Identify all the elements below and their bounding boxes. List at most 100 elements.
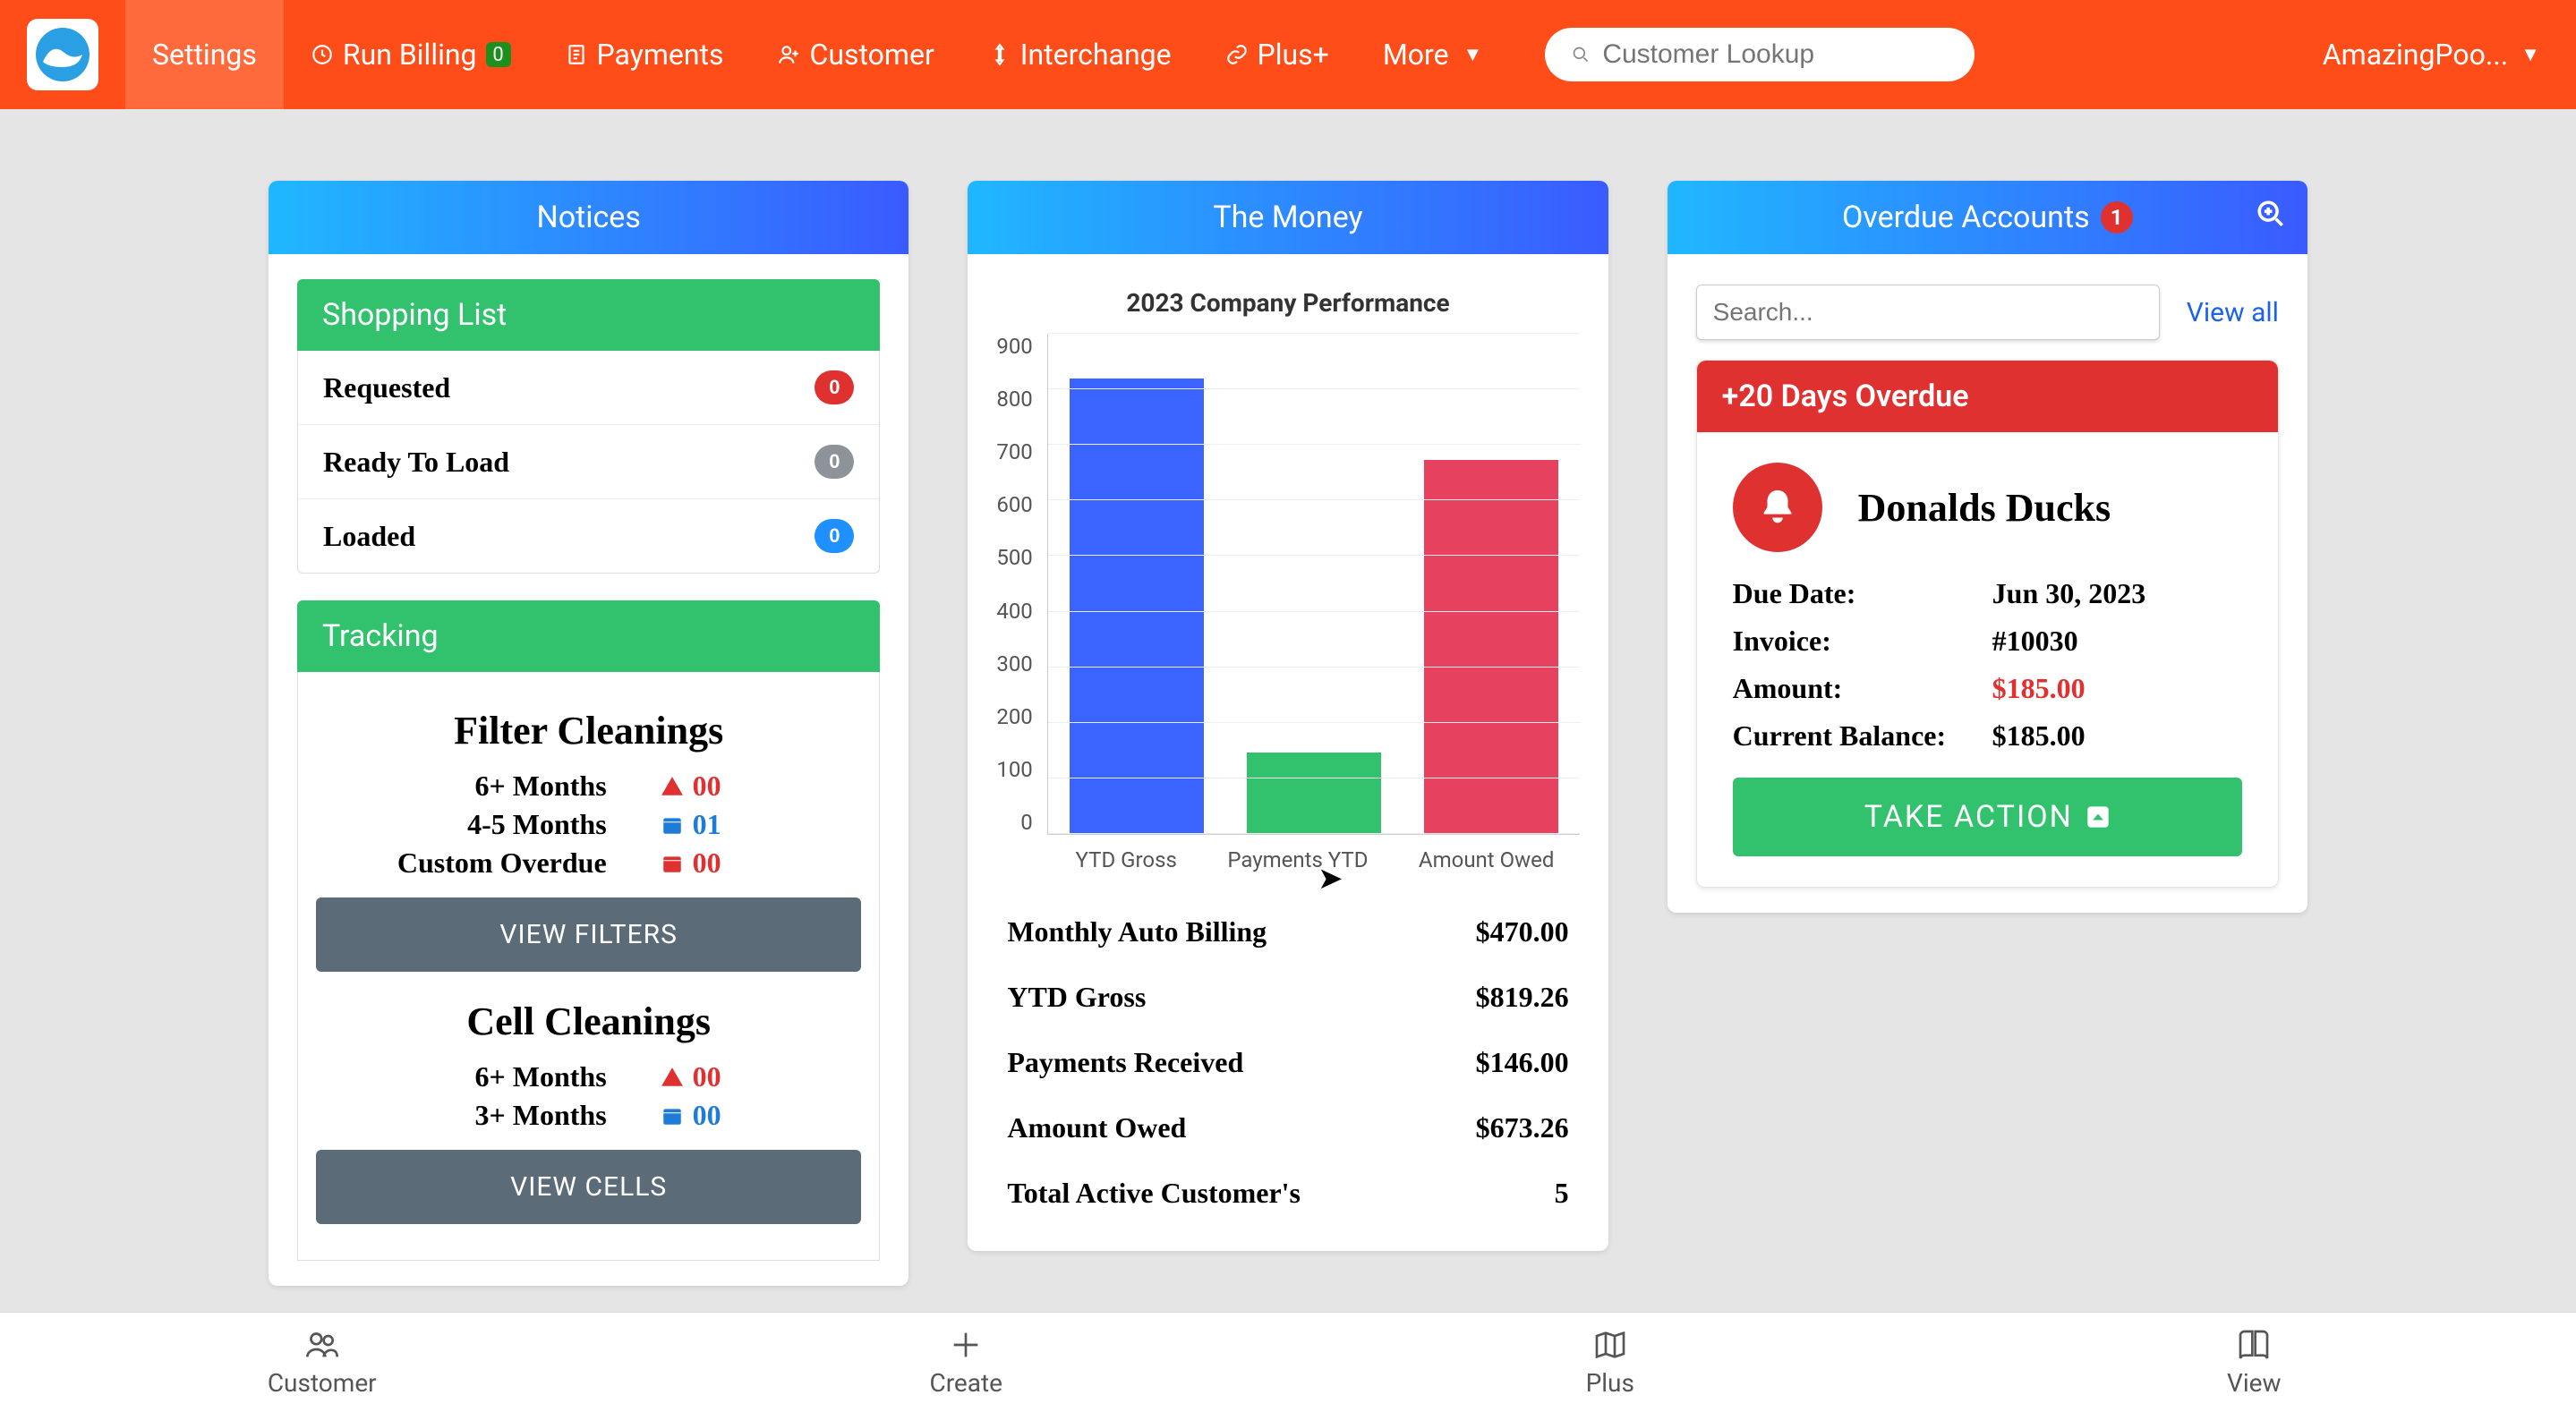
cell-label: 6+ Months: [374, 1060, 607, 1093]
customer-lookup-input[interactable]: [1602, 39, 1948, 70]
money-key: Monthly Auto Billing: [1007, 915, 1267, 948]
shopping-ready[interactable]: Ready To Load 0: [298, 425, 879, 499]
money-key: Payments Received: [1007, 1046, 1243, 1079]
x-tick: YTD Gross: [1076, 847, 1177, 872]
warning-icon: [661, 1066, 684, 1089]
nav-payments-label: Payments: [597, 38, 724, 72]
gridline: [1048, 499, 1580, 500]
overdue-key: Invoice:: [1733, 625, 1966, 658]
x-tick: Amount Owed: [1419, 847, 1555, 872]
y-tick: 0: [1020, 810, 1033, 835]
map-icon: [1592, 1327, 1628, 1363]
gridline: [1048, 555, 1580, 556]
cell-value: 00: [661, 1099, 804, 1132]
gridline: [1048, 333, 1580, 334]
x-tick: Payments YTD: [1227, 847, 1368, 872]
bottom-nav-view[interactable]: View: [1932, 1313, 2576, 1412]
take-action-label: TAKE ACTION: [1864, 799, 2073, 835]
overdue-card: Overdue Accounts 1 View all +20 Days Ove…: [1668, 181, 2307, 913]
zoom-icon: [2256, 199, 2286, 229]
caret-down-icon: ▼: [2521, 43, 2540, 66]
overdue-val: $185.00: [1992, 719, 2086, 753]
performance-chart: 9008007006005004003002001000: [996, 334, 1579, 835]
gridline: [1048, 444, 1580, 445]
cell-value: 00: [661, 1060, 804, 1093]
money-val: $819.26: [1476, 981, 1569, 1014]
top-nav: Settings Run Billing 0 Payments Customer…: [0, 0, 2576, 109]
overdue-val: #10030: [1992, 625, 2078, 658]
nav-customer[interactable]: Customer: [751, 38, 961, 72]
filter-value: 00: [661, 846, 804, 880]
money-card: The Money 2023 Company Performance 90080…: [968, 181, 1608, 1251]
cell-cleanings-title: Cell Cleanings: [316, 999, 861, 1044]
nav-payments[interactable]: Payments: [538, 38, 751, 72]
cell-row: 3+ Months 00: [316, 1099, 861, 1132]
y-tick: 500: [996, 545, 1032, 570]
overdue-detail-row: Due Date:Jun 30, 2023: [1733, 577, 2242, 610]
notices-header: Notices: [269, 181, 908, 254]
zoom-button[interactable]: [2256, 199, 2286, 237]
chart-bar: [1070, 379, 1204, 834]
money-row: Monthly Auto Billing$470.00: [996, 899, 1579, 965]
bottom-nav-plus[interactable]: Plus: [1288, 1313, 1932, 1412]
filter-cleanings-title: Filter Cleanings: [316, 708, 861, 753]
money-val: 5: [1555, 1177, 1569, 1210]
money-row: Total Active Customer's 5: [996, 1161, 1579, 1226]
money-title: The Money: [1213, 200, 1362, 235]
shopping-loaded[interactable]: Loaded 0: [298, 499, 879, 573]
nav-settings[interactable]: Settings: [125, 0, 284, 109]
account-menu[interactable]: AmazingPoo... ▼: [2287, 38, 2576, 72]
account-name: AmazingPoo...: [2323, 38, 2508, 72]
bottom-nav-label: Plus: [1586, 1368, 1634, 1398]
view-cells-button[interactable]: VIEW CELLS: [316, 1150, 861, 1224]
overdue-count-badge: 1: [2101, 201, 2133, 234]
gridline: [1048, 833, 1580, 834]
bottom-nav-create[interactable]: Create: [644, 1313, 1289, 1412]
nav-more[interactable]: More ▼: [1356, 38, 1509, 72]
plus-icon: [948, 1327, 984, 1363]
nav-settings-label: Settings: [152, 38, 257, 72]
view-filters-button[interactable]: VIEW FILTERS: [316, 897, 861, 972]
money-row: YTD Gross$819.26: [996, 965, 1579, 1030]
app-logo[interactable]: [27, 19, 98, 90]
nav-plus[interactable]: Plus+: [1198, 38, 1356, 72]
chart-y-axis: 9008007006005004003002001000: [996, 334, 1046, 835]
bottom-nav-label: View: [2227, 1368, 2282, 1398]
take-action-button[interactable]: TAKE ACTION: [1733, 778, 2242, 856]
gridline: [1048, 667, 1580, 668]
customer-lookup[interactable]: [1545, 28, 1975, 81]
money-val: $673.26: [1476, 1111, 1569, 1144]
nav-run-billing[interactable]: Run Billing 0: [284, 38, 538, 72]
bottom-nav: Customer Create Plus View: [0, 1312, 2576, 1412]
overdue-search-input[interactable]: [1696, 285, 2160, 340]
gridline: [1048, 388, 1580, 389]
money-row: Payments Received$146.00: [996, 1030, 1579, 1095]
nav-customer-label: Customer: [810, 38, 934, 72]
y-tick: 400: [996, 599, 1032, 624]
overdue-search[interactable]: [1696, 285, 2160, 340]
nav-interchange[interactable]: Interchange: [961, 38, 1198, 72]
filter-row: 4-5 Months 01: [316, 808, 861, 841]
gridline: [1048, 722, 1580, 723]
notices-card: Notices Shopping List Requested 0 Ready …: [269, 181, 908, 1286]
filter-value: 00: [661, 770, 804, 803]
y-tick: 700: [996, 439, 1032, 464]
view-all-link[interactable]: View all: [2187, 297, 2279, 328]
overdue-header: Overdue Accounts 1: [1668, 181, 2307, 254]
shopping-row-label: Loaded: [323, 520, 415, 553]
y-tick: 800: [996, 387, 1032, 412]
shopping-requested[interactable]: Requested 0: [298, 351, 879, 425]
overdue-detail-row: Current Balance:$185.00: [1733, 719, 2242, 753]
y-tick: 600: [996, 492, 1032, 517]
overdue-detail-row: Invoice: #10030: [1733, 625, 2242, 658]
bottom-nav-customer[interactable]: Customer: [0, 1313, 644, 1412]
money-key: Total Active Customer's: [1007, 1177, 1301, 1210]
nav-interchange-label: Interchange: [1020, 38, 1172, 72]
filter-label: Custom Overdue: [374, 846, 607, 880]
wave-logo-icon: [34, 26, 91, 83]
cell-row: 6+ Months 00: [316, 1060, 861, 1093]
gridline: [1048, 611, 1580, 612]
clock-icon: [311, 43, 334, 66]
receipt-icon: [565, 43, 588, 66]
shopping-list-header: Shopping List: [297, 279, 880, 351]
